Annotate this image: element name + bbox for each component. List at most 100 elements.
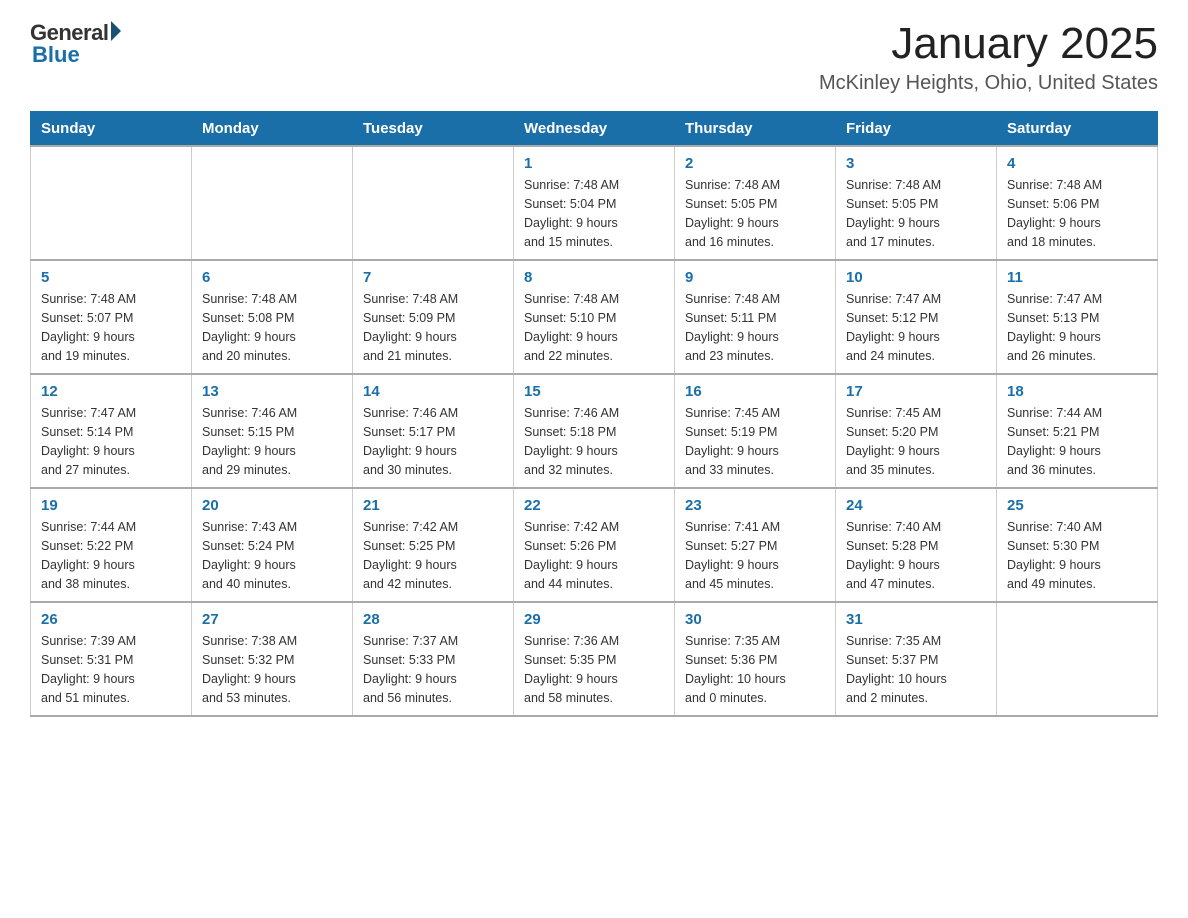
day-info: Sunrise: 7:36 AM Sunset: 5:35 PM Dayligh… xyxy=(524,632,664,707)
calendar-day-cell: 29Sunrise: 7:36 AM Sunset: 5:35 PM Dayli… xyxy=(514,602,675,716)
day-info: Sunrise: 7:40 AM Sunset: 5:30 PM Dayligh… xyxy=(1007,518,1147,593)
day-number: 26 xyxy=(41,611,181,628)
calendar-week-row: 19 Sunrise: 7:44 AM Sunset: 5:22 PM Dayli… xyxy=(31,488,1158,602)
calendar-day-cell: 1Sunrise: 7:48 AM Sunset: 5:04 PM Daylig… xyxy=(514,146,675,260)
day-number: 6 xyxy=(202,269,342,286)
calendar-week-row: 12 Sunrise: 7:47 AM Sunset: 5:14 PM Dayli… xyxy=(31,374,1158,488)
day-info: Sunrise: 7:47 AM Sunset: 5:12 PM Dayligh… xyxy=(846,290,986,365)
calendar-header-row: SundayMondayTuesdayWednesdayThursdayFrid… xyxy=(31,112,1158,147)
day-number: 12 xyxy=(41,383,181,400)
calendar-day-cell: 28 Sunrise: 7:37 AM Sunset: 5:33 PM Dayli… xyxy=(353,602,514,716)
day-number: 10 xyxy=(846,269,986,286)
day-number: 21 xyxy=(363,497,503,514)
calendar-day-cell: 27Sunrise: 7:38 AM Sunset: 5:32 PM Dayli… xyxy=(192,602,353,716)
calendar-day-cell: 22 Sunrise: 7:42 AM Sunset: 5:26 PM Dayli… xyxy=(514,488,675,602)
day-info: Sunrise: 7:42 AM Sunset: 5:25 PM Dayligh… xyxy=(363,518,503,593)
day-number: 25 xyxy=(1007,497,1147,514)
calendar-week-row: 1Sunrise: 7:48 AM Sunset: 5:04 PM Daylig… xyxy=(31,146,1158,260)
day-number: 28 xyxy=(363,611,503,628)
day-number: 23 xyxy=(685,497,825,514)
calendar-day-cell: 24Sunrise: 7:40 AM Sunset: 5:28 PM Dayli… xyxy=(836,488,997,602)
day-number: 11 xyxy=(1007,269,1147,286)
calendar-day-cell: 15 Sunrise: 7:46 AM Sunset: 5:18 PM Dayli… xyxy=(514,374,675,488)
calendar-day-cell: 31Sunrise: 7:35 AM Sunset: 5:37 PM Dayli… xyxy=(836,602,997,716)
weekday-header-thursday: Thursday xyxy=(675,112,836,147)
day-info: Sunrise: 7:45 AM Sunset: 5:19 PM Dayligh… xyxy=(685,404,825,479)
calendar-day-cell: 20 Sunrise: 7:43 AM Sunset: 5:24 PM Dayli… xyxy=(192,488,353,602)
title-area: January 2025 McKinley Heights, Ohio, Uni… xyxy=(819,20,1158,95)
day-number: 13 xyxy=(202,383,342,400)
logo: General Blue xyxy=(30,20,121,68)
day-info: Sunrise: 7:47 AM Sunset: 5:13 PM Dayligh… xyxy=(1007,290,1147,365)
calendar-day-cell: 12 Sunrise: 7:47 AM Sunset: 5:14 PM Dayli… xyxy=(31,374,192,488)
calendar-day-cell: 11 Sunrise: 7:47 AM Sunset: 5:13 PM Dayli… xyxy=(997,260,1158,374)
day-number: 17 xyxy=(846,383,986,400)
day-info: Sunrise: 7:46 AM Sunset: 5:15 PM Dayligh… xyxy=(202,404,342,479)
calendar-day-cell xyxy=(31,146,192,260)
day-number: 3 xyxy=(846,155,986,172)
calendar-day-cell xyxy=(353,146,514,260)
weekday-header-monday: Monday xyxy=(192,112,353,147)
day-info: Sunrise: 7:48 AM Sunset: 5:04 PM Dayligh… xyxy=(524,176,664,251)
logo-arrow-icon xyxy=(111,21,121,41)
calendar-day-cell: 4Sunrise: 7:48 AM Sunset: 5:06 PM Daylig… xyxy=(997,146,1158,260)
location-title: McKinley Heights, Ohio, United States xyxy=(819,72,1158,95)
calendar-day-cell: 5Sunrise: 7:48 AM Sunset: 5:07 PM Daylig… xyxy=(31,260,192,374)
day-number: 15 xyxy=(524,383,664,400)
calendar-day-cell: 18Sunrise: 7:44 AM Sunset: 5:21 PM Dayli… xyxy=(997,374,1158,488)
calendar-day-cell: 16 Sunrise: 7:45 AM Sunset: 5:19 PM Dayli… xyxy=(675,374,836,488)
calendar-day-cell: 9Sunrise: 7:48 AM Sunset: 5:11 PM Daylig… xyxy=(675,260,836,374)
calendar-day-cell: 8Sunrise: 7:48 AM Sunset: 5:10 PM Daylig… xyxy=(514,260,675,374)
day-info: Sunrise: 7:44 AM Sunset: 5:22 PM Dayligh… xyxy=(41,518,181,593)
logo-blue-text: Blue xyxy=(32,42,80,68)
day-info: Sunrise: 7:46 AM Sunset: 5:18 PM Dayligh… xyxy=(524,404,664,479)
day-info: Sunrise: 7:42 AM Sunset: 5:26 PM Dayligh… xyxy=(524,518,664,593)
day-info: Sunrise: 7:38 AM Sunset: 5:32 PM Dayligh… xyxy=(202,632,342,707)
page-header: General Blue January 2025 McKinley Heigh… xyxy=(30,20,1158,95)
calendar-week-row: 26 Sunrise: 7:39 AM Sunset: 5:31 PM Dayli… xyxy=(31,602,1158,716)
day-info: Sunrise: 7:48 AM Sunset: 5:05 PM Dayligh… xyxy=(846,176,986,251)
day-number: 19 xyxy=(41,497,181,514)
day-info: Sunrise: 7:44 AM Sunset: 5:21 PM Dayligh… xyxy=(1007,404,1147,479)
day-info: Sunrise: 7:47 AM Sunset: 5:14 PM Dayligh… xyxy=(41,404,181,479)
calendar-day-cell: 3 Sunrise: 7:48 AM Sunset: 5:05 PM Daylig… xyxy=(836,146,997,260)
day-number: 24 xyxy=(846,497,986,514)
day-number: 14 xyxy=(363,383,503,400)
calendar-day-cell: 7Sunrise: 7:48 AM Sunset: 5:09 PM Daylig… xyxy=(353,260,514,374)
day-number: 20 xyxy=(202,497,342,514)
day-info: Sunrise: 7:46 AM Sunset: 5:17 PM Dayligh… xyxy=(363,404,503,479)
day-number: 30 xyxy=(685,611,825,628)
day-info: Sunrise: 7:37 AM Sunset: 5:33 PM Dayligh… xyxy=(363,632,503,707)
day-info: Sunrise: 7:48 AM Sunset: 5:10 PM Dayligh… xyxy=(524,290,664,365)
calendar-day-cell: 6 Sunrise: 7:48 AM Sunset: 5:08 PM Daylig… xyxy=(192,260,353,374)
calendar-day-cell: 17Sunrise: 7:45 AM Sunset: 5:20 PM Dayli… xyxy=(836,374,997,488)
calendar-day-cell: 21 Sunrise: 7:42 AM Sunset: 5:25 PM Dayli… xyxy=(353,488,514,602)
calendar-day-cell: 14 Sunrise: 7:46 AM Sunset: 5:17 PM Dayli… xyxy=(353,374,514,488)
day-info: Sunrise: 7:35 AM Sunset: 5:37 PM Dayligh… xyxy=(846,632,986,707)
day-number: 16 xyxy=(685,383,825,400)
weekday-header-saturday: Saturday xyxy=(997,112,1158,147)
calendar-day-cell: 10 Sunrise: 7:47 AM Sunset: 5:12 PM Dayli… xyxy=(836,260,997,374)
day-number: 22 xyxy=(524,497,664,514)
weekday-header-tuesday: Tuesday xyxy=(353,112,514,147)
day-info: Sunrise: 7:48 AM Sunset: 5:05 PM Dayligh… xyxy=(685,176,825,251)
calendar-day-cell: 23Sunrise: 7:41 AM Sunset: 5:27 PM Dayli… xyxy=(675,488,836,602)
calendar-week-row: 5Sunrise: 7:48 AM Sunset: 5:07 PM Daylig… xyxy=(31,260,1158,374)
calendar-day-cell: 30 Sunrise: 7:35 AM Sunset: 5:36 PM Dayli… xyxy=(675,602,836,716)
day-number: 9 xyxy=(685,269,825,286)
calendar-day-cell: 13 Sunrise: 7:46 AM Sunset: 5:15 PM Dayli… xyxy=(192,374,353,488)
calendar-day-cell: 25 Sunrise: 7:40 AM Sunset: 5:30 PM Dayli… xyxy=(997,488,1158,602)
calendar-day-cell xyxy=(997,602,1158,716)
calendar-day-cell xyxy=(192,146,353,260)
weekday-header-sunday: Sunday xyxy=(31,112,192,147)
day-info: Sunrise: 7:39 AM Sunset: 5:31 PM Dayligh… xyxy=(41,632,181,707)
day-info: Sunrise: 7:48 AM Sunset: 5:08 PM Dayligh… xyxy=(202,290,342,365)
day-number: 7 xyxy=(363,269,503,286)
day-info: Sunrise: 7:43 AM Sunset: 5:24 PM Dayligh… xyxy=(202,518,342,593)
calendar-day-cell: 2Sunrise: 7:48 AM Sunset: 5:05 PM Daylig… xyxy=(675,146,836,260)
day-info: Sunrise: 7:35 AM Sunset: 5:36 PM Dayligh… xyxy=(685,632,825,707)
day-info: Sunrise: 7:48 AM Sunset: 5:07 PM Dayligh… xyxy=(41,290,181,365)
month-title: January 2025 xyxy=(819,20,1158,68)
calendar-table: SundayMondayTuesdayWednesdayThursdayFrid… xyxy=(30,111,1158,717)
weekday-header-friday: Friday xyxy=(836,112,997,147)
